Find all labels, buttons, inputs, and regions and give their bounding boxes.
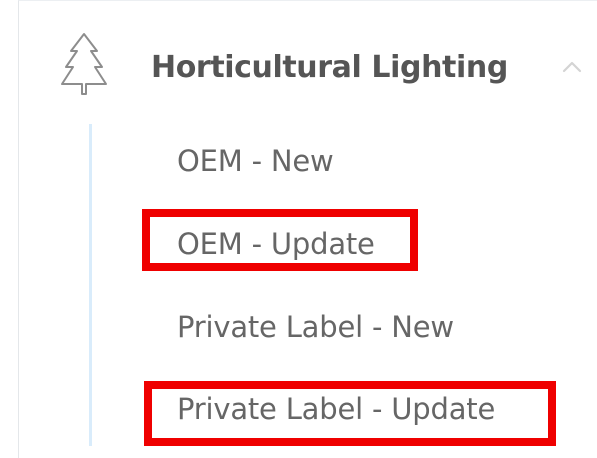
section-title: Horticultural Lighting — [151, 50, 508, 85]
chevron-up-icon[interactable] — [561, 59, 583, 75]
highlight-box-oem-update — [142, 209, 418, 271]
section-header[interactable]: Horticultural Lighting — [19, 1, 597, 131]
submenu-item-oem-new[interactable]: OEM - New — [177, 141, 334, 181]
highlight-box-private-label-update — [144, 381, 556, 446]
submenu-item-private-label-new[interactable]: Private Label - New — [177, 307, 454, 347]
tree-icon — [61, 33, 107, 95]
submenu-rail — [89, 124, 92, 446]
screenshot-canvas: Horticultural Lighting OEM - New OEM - U… — [0, 0, 597, 458]
